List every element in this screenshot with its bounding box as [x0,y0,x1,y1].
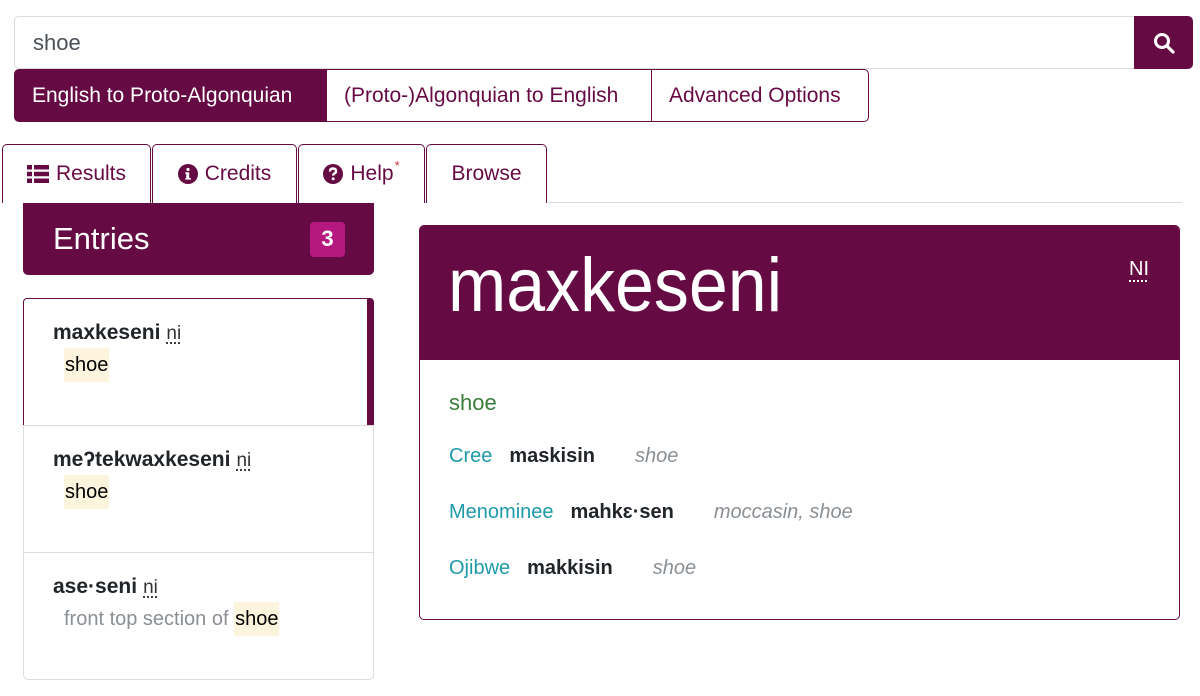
mode-algonquian-to-english[interactable]: (Proto-)Algonquian to English [326,69,652,122]
gloss-match-highlight: shoe [64,348,110,382]
entry-gloss: shoe [64,348,338,382]
gloss-text: front top section of [64,608,235,630]
tab-credits-label: Credits [204,162,272,185]
tab-credits[interactable]: Credits [152,144,297,203]
detail-body: shoe Cree maskisin shoe Menominee mahkɛ·… [420,360,1179,619]
entry-headword: meʔtekwaxkeseni [53,448,231,471]
entry-pos: ni [143,577,158,598]
reflex-gloss: shoe [634,445,679,467]
mode-english-to-pa[interactable]: English to Proto-Algonquian [14,69,327,122]
reflex-row: Menominee mahkɛ·sen moccasin, shoe [449,484,1150,540]
reflex-list: Cree maskisin shoe Menominee mahkɛ·sen m… [449,428,1150,596]
entry-pos: ni [236,450,252,471]
tabs-divider [548,202,1182,203]
entry-headword: ase·seni [53,575,138,598]
question-circle-icon [323,164,344,184]
tab-bar: Results Credits Help * Browse [2,144,548,203]
entry-detail-card: maxkeseni NI shoe Cree maskisin shoe Men… [419,225,1180,620]
search-input[interactable] [14,16,1134,69]
tab-browse-label: Browse [451,162,522,185]
entry-list: maxkeseni ni shoe meʔtekwaxkeseni ni sho… [23,298,374,680]
entries-title: Entries [53,221,150,256]
list-icon [26,165,49,183]
search-icon [1153,32,1175,54]
detail-pos: NI [1129,258,1149,280]
entry-item[interactable]: meʔtekwaxkeseni ni shoe [23,425,374,553]
tab-browse[interactable]: Browse [426,144,547,203]
detail-header: maxkeseni NI [420,226,1179,360]
entry-headword: maxkeseni [53,321,161,344]
reflex-row: Cree maskisin shoe [449,428,1150,484]
reflex-form: maskisin [509,445,595,467]
entry-item[interactable]: ase·seni ni front top section of shoe [23,552,374,680]
entry-item[interactable]: maxkeseni ni shoe [23,298,374,426]
tab-help[interactable]: Help * [298,144,425,203]
reflex-language-link[interactable]: Ojibwe [449,540,510,596]
reflex-gloss: shoe [652,557,697,579]
reflex-form: mahkɛ·sen [570,501,674,523]
gloss-match-highlight: shoe [64,475,110,509]
search-bar [14,16,1193,69]
detail-gloss: shoe [449,390,497,415]
search-mode-group: English to Proto-Algonquian (Proto-)Algo… [14,69,869,122]
reflex-form: makkisin [527,557,613,579]
detail-headword: maxkeseni [448,243,783,328]
entry-gloss: shoe [64,475,344,509]
entries-header: Entries 3 [23,203,374,275]
reflex-gloss: moccasin, shoe [713,501,853,523]
entry-pos: ni [166,323,182,344]
mode-advanced-options[interactable]: Advanced Options [651,69,869,122]
tab-results[interactable]: Results [2,144,151,203]
entry-gloss: front top section of shoe [64,602,344,636]
reflex-language-link[interactable]: Cree [449,428,492,484]
gloss-match-highlight: shoe [234,602,280,636]
reflex-language-link[interactable]: Menominee [449,484,554,540]
search-button[interactable] [1134,16,1193,69]
entries-count-badge: 3 [310,221,345,257]
tab-results-label: Results [55,162,127,185]
tab-help-label: Help [350,162,394,185]
info-circle-icon [177,164,198,184]
help-new-marker: * [394,157,400,173]
reflex-row: Ojibwe makkisin shoe [449,540,1150,596]
